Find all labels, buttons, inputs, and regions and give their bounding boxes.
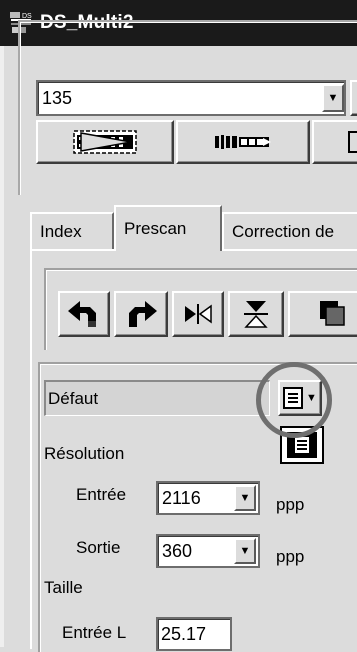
film-advance-button[interactable] <box>36 120 174 164</box>
copy-button[interactable] <box>288 291 357 337</box>
copy-icon <box>320 301 345 326</box>
film-index-button[interactable] <box>176 120 310 164</box>
chevron-down-icon[interactable]: ▼ <box>234 538 256 564</box>
chevron-down-icon[interactable]: ▼ <box>322 84 344 112</box>
rotate-right-button[interactable] <box>114 291 168 337</box>
resolution-label: Résolution <box>44 444 125 463</box>
rotate-left-button[interactable] <box>58 291 110 337</box>
list-menu-icon <box>283 387 303 409</box>
input-resolution-select[interactable]: 2116 ▼ <box>156 481 260 515</box>
tab-correction[interactable]: Correction de <box>222 212 357 249</box>
tab-prescan[interactable]: Prescan <box>114 205 222 251</box>
output-resolution-value: 360 <box>162 540 193 561</box>
list-menu-icon <box>287 432 317 458</box>
input-resolution-unit: ppp <box>276 495 305 514</box>
film-side-button[interactable] <box>350 80 357 116</box>
flip-vertical-icon <box>244 301 268 328</box>
chevron-down-icon[interactable]: ▼ <box>234 485 256 511</box>
input-resolution-value: 2116 <box>162 487 201 508</box>
film-type-value: 135 <box>42 87 73 108</box>
film-thumbnails-icon <box>215 135 271 149</box>
film-button-icon <box>348 131 357 153</box>
tab-index[interactable]: Index <box>30 212 114 249</box>
rotate-left-icon <box>68 301 96 327</box>
flip-horizontal-button[interactable] <box>172 291 224 337</box>
input-resolution-label: Entrée <box>76 485 127 504</box>
flip-vertical-button[interactable] <box>228 291 284 337</box>
rotate-right-icon <box>129 301 157 327</box>
flip-horizontal-icon <box>185 304 212 324</box>
size-label: Taille <box>44 578 83 597</box>
preset-popup-button[interactable] <box>280 426 324 464</box>
input-width-label: Entrée L <box>62 623 127 642</box>
input-width-value: 25.17 <box>161 623 207 644</box>
tab-correction-label: Correction de <box>232 221 335 241</box>
output-resolution-unit: ppp <box>276 547 305 566</box>
preset-field: Défaut <box>44 380 270 416</box>
film-third-button[interactable] <box>312 120 357 164</box>
svg-text:DS: DS <box>22 13 32 20</box>
film-type-select[interactable]: 135 ▼ <box>36 80 346 116</box>
preset-menu-button[interactable]: ▼ <box>278 380 322 416</box>
tab-index-label: Index <box>40 221 82 241</box>
chevron-down-icon: ▼ <box>306 392 317 404</box>
preset-name: Défaut <box>48 388 99 408</box>
tab-prescan-label: Prescan <box>124 219 187 238</box>
film-strip-play-icon <box>73 130 137 154</box>
input-width-field[interactable]: 25.17 <box>156 617 232 651</box>
output-resolution-select[interactable]: 360 ▼ <box>156 534 260 568</box>
output-resolution-label: Sortie <box>76 538 121 557</box>
